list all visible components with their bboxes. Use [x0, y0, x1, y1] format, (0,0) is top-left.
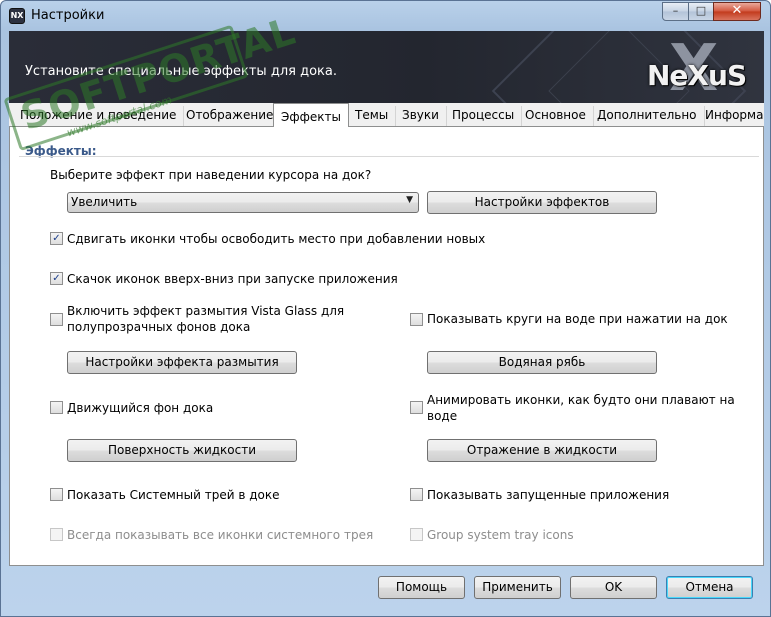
floating-icons-checkbox[interactable]: [410, 401, 423, 414]
title-bar[interactable]: NX Настройки – □ ✕: [1, 1, 770, 31]
minimize-button[interactable]: –: [662, 2, 689, 21]
tab-sounds[interactable]: Звуки: [395, 106, 447, 127]
tab-processes[interactable]: Процессы: [445, 106, 523, 127]
tab-general[interactable]: Основное: [518, 106, 594, 127]
tab-information[interactable]: Информация: [698, 106, 764, 127]
floating-icons-label-line1: Анимировать иконки, как будто они плаваю…: [427, 393, 735, 407]
bounce-icons-checkbox[interactable]: ✓: [50, 272, 63, 285]
tab-themes[interactable]: Темы: [348, 106, 397, 127]
water-ripple-button[interactable]: Водяная рябь: [427, 351, 657, 374]
header-banner: Установите специальные эффекты для дока.…: [9, 31, 764, 103]
floating-icons-label-line2: воде: [427, 409, 458, 423]
close-button[interactable]: ✕: [713, 2, 761, 21]
hover-effect-selected: Увеличить: [71, 195, 138, 209]
header-description: Установите специальные эффекты для дока.: [25, 64, 337, 79]
hover-effect-dropdown[interactable]: Увеличить ▼: [67, 192, 419, 213]
moving-background-checkbox[interactable]: [50, 401, 63, 414]
settings-window: NX Настройки – □ ✕ Установите специальны…: [0, 0, 771, 617]
shift-icons-checkbox[interactable]: ✓: [50, 232, 63, 245]
running-apps-checkbox[interactable]: [410, 488, 423, 501]
tab-position-behavior[interactable]: Положение и поведение: [13, 106, 185, 127]
effect-settings-button[interactable]: Настройки эффектов: [427, 191, 657, 214]
logo-text: NeXuS: [647, 59, 747, 92]
ok-button[interactable]: OK: [570, 576, 657, 599]
blur-settings-button[interactable]: Настройки эффекта размытия: [67, 351, 297, 374]
group-tray-icons-checkbox[interactable]: [410, 528, 423, 541]
tab-strip: Положение и поведение Отображение Эффект…: [9, 103, 764, 127]
group-tray-icons-label: Group system tray icons: [427, 528, 574, 542]
running-apps-label: Показывать запущенные приложения: [427, 488, 670, 502]
app-icon: NX: [9, 8, 25, 24]
bounce-icons-label: Скачок иконок вверх-вниз при запуске при…: [67, 272, 398, 286]
help-button[interactable]: Помощь: [378, 576, 465, 599]
chevron-down-icon: ▼: [406, 195, 413, 205]
vista-glass-label-line1: Включить эффект размытия Vista Glass для: [67, 304, 345, 318]
liquid-reflection-button[interactable]: Отражение в жидкости: [427, 439, 657, 462]
vista-glass-checkbox[interactable]: [50, 313, 63, 326]
system-tray-checkbox[interactable]: [50, 488, 63, 501]
shift-icons-label: Сдвигать иконки чтобы освободить место п…: [67, 232, 486, 246]
all-tray-icons-label: Всегда показывать все иконки системного …: [67, 528, 374, 542]
hover-effect-prompt: Выберите эффект при наведении курсора на…: [50, 168, 372, 182]
vista-glass-label-line2: полупрозрачных фонов дока: [67, 320, 251, 334]
group-divider: [19, 156, 759, 157]
moving-background-label: Движущийся фон дока: [67, 401, 214, 415]
tab-effects[interactable]: Эффекты: [273, 103, 349, 127]
maximize-button[interactable]: □: [688, 2, 714, 21]
water-ripple-checkbox[interactable]: [410, 313, 423, 326]
window-title: Настройки: [31, 8, 105, 23]
water-ripple-label: Показывать круги на воде при нажатии на …: [427, 312, 728, 326]
nexus-logo: X NeXuS: [639, 37, 759, 101]
tab-display[interactable]: Отображение: [179, 106, 282, 127]
apply-button[interactable]: Применить: [474, 576, 561, 599]
all-tray-icons-checkbox[interactable]: [50, 528, 63, 541]
system-tray-label: Показать Системный трей в доке: [67, 488, 280, 502]
tab-advanced[interactable]: Дополнительно: [590, 106, 705, 127]
cancel-button[interactable]: Отмена: [666, 576, 753, 599]
liquid-surface-button[interactable]: Поверхность жидкости: [67, 439, 297, 462]
